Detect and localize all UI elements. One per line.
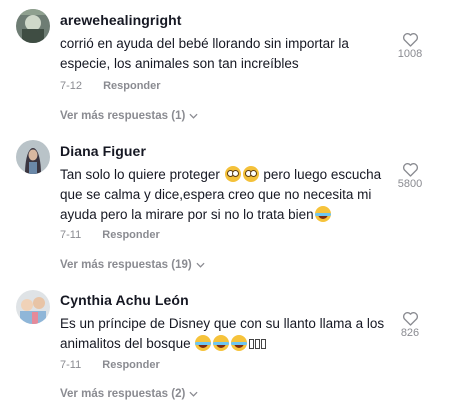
like-count: 826 [400, 327, 420, 339]
avatar[interactable] [16, 290, 50, 324]
comment-text: corrió en ayuda del bebé llorando sin im… [60, 36, 349, 71]
like-button[interactable]: 826 [392, 311, 428, 339]
heart-outline-icon [402, 163, 418, 177]
view-more-replies[interactable]: Ver más respuestas (2) [60, 388, 198, 400]
comment-date: 7-11 [60, 229, 82, 241]
reply-button[interactable]: Responder [102, 229, 159, 241]
reply-button[interactable]: Responder [102, 359, 159, 371]
like-button[interactable]: 1008 [392, 32, 428, 60]
comment-meta: 7-12 Responder [60, 80, 161, 92]
comment-meta: 7-11 Responder [60, 229, 160, 241]
like-count: 5800 [397, 178, 423, 190]
tears-of-joy-emoji [314, 206, 331, 222]
avatar[interactable] [16, 140, 50, 174]
chevron-down-icon [189, 391, 198, 397]
like-button[interactable]: 5800 [392, 162, 428, 190]
view-more-replies-label: Ver más respuestas (19) [60, 259, 192, 271]
comment-date: 7-12 [60, 80, 83, 92]
comment-text: Es un príncipe de Disney que con su llan… [60, 314, 390, 354]
view-more-replies-label: Ver más respuestas (1) [60, 110, 186, 122]
comment-text: Tan solo lo quiere proteger pero luego e… [60, 165, 390, 225]
reply-button[interactable]: Responder [103, 80, 160, 92]
comment-meta: 7-11 Responder [60, 359, 160, 371]
tears-of-joy-emoji [213, 335, 230, 351]
missing-glyph [255, 339, 261, 349]
comment-username[interactable]: Diana Figuer [60, 143, 146, 159]
like-count: 1008 [397, 48, 423, 60]
heart-outline-icon [402, 312, 418, 326]
missing-glyph [249, 339, 255, 349]
heart-outline-icon [402, 33, 418, 47]
chevron-down-icon [189, 113, 198, 119]
flushed-face-emoji [224, 166, 241, 182]
tears-of-joy-emoji [231, 335, 248, 351]
comment-date: 7-11 [60, 359, 82, 371]
comment-text-part: Tan solo lo quiere proteger [60, 167, 224, 182]
view-more-replies[interactable]: Ver más respuestas (1) [60, 110, 198, 122]
comment-username[interactable]: Cynthia Achu León [60, 292, 189, 308]
view-more-replies-label: Ver más respuestas (2) [60, 388, 186, 400]
view-more-replies[interactable]: Ver más respuestas (19) [60, 259, 205, 271]
avatar[interactable] [16, 9, 50, 43]
missing-glyph [261, 339, 267, 349]
tears-of-joy-emoji [195, 335, 212, 351]
flushed-face-emoji [242, 166, 259, 182]
chevron-down-icon [196, 262, 205, 268]
comment-username[interactable]: arewehealingright [60, 12, 182, 28]
